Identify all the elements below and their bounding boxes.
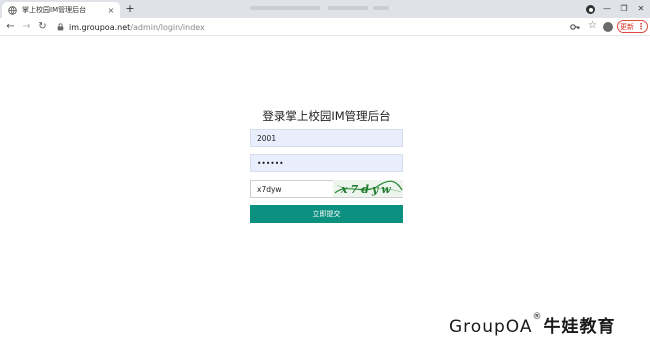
url-path: /admin/login/index — [130, 22, 205, 32]
profile-avatar-icon[interactable] — [603, 22, 613, 32]
lock-icon — [57, 23, 64, 31]
key-icon[interactable] — [570, 22, 580, 32]
update-browser-button[interactable]: 更新 ⋮ — [617, 20, 648, 33]
new-tab-button[interactable]: + — [124, 3, 136, 15]
menu-dots-icon: ⋮ — [637, 22, 645, 31]
registered-mark: ® — [532, 312, 542, 322]
blurred-tab-strip — [328, 6, 368, 10]
captcha-image[interactable]: x7dyw — [333, 180, 403, 197]
captcha-text: x7dyw — [340, 183, 394, 196]
bookmark-star-icon[interactable]: ☆ — [588, 20, 597, 31]
globe-icon — [8, 5, 17, 15]
close-tab-icon[interactable]: × — [105, 6, 117, 15]
browser-tab-active[interactable]: 掌上校园IM管理后台 × — [2, 2, 120, 18]
url-host: im.groupoa.net — [69, 22, 131, 32]
close-window-button[interactable]: ✕ — [633, 2, 649, 15]
update-label: 更新 — [620, 22, 634, 31]
forward-arrow-icon[interactable]: → — [20, 20, 33, 33]
groupoa-watermark: GroupOA ® 牛娃教育 — [449, 312, 616, 340]
browser-tab-bar: 掌上校园IM管理后台 × + — ❐ ✕ — [0, 0, 650, 18]
media-record-icon[interactable] — [586, 5, 595, 14]
address-bar[interactable]: im.groupoa.net/admin/login/index — [57, 20, 562, 34]
reload-icon[interactable]: ↻ — [36, 20, 49, 33]
restore-window-button[interactable]: ❐ — [616, 2, 632, 15]
watermark-cn-name: 牛娃教育 — [543, 317, 616, 337]
browser-toolbar: ← → ↻ im.groupoa.net/admin/login/index ☆… — [0, 18, 650, 36]
minimize-window-button[interactable]: — — [599, 2, 615, 15]
password-input[interactable]: •••••• — [250, 154, 403, 172]
back-arrow-icon[interactable]: ← — [4, 20, 17, 33]
blurred-tab-strip — [373, 6, 389, 10]
tab-title: 掌上校园IM管理后台 — [22, 6, 87, 14]
submit-button[interactable]: 立即提交 — [250, 205, 403, 223]
username-input[interactable]: 2001 — [250, 129, 403, 147]
login-title: 登录掌上校园IM管理后台 — [262, 109, 391, 123]
watermark-brand: GroupOA — [449, 317, 533, 337]
blurred-tab-strip — [250, 6, 320, 10]
